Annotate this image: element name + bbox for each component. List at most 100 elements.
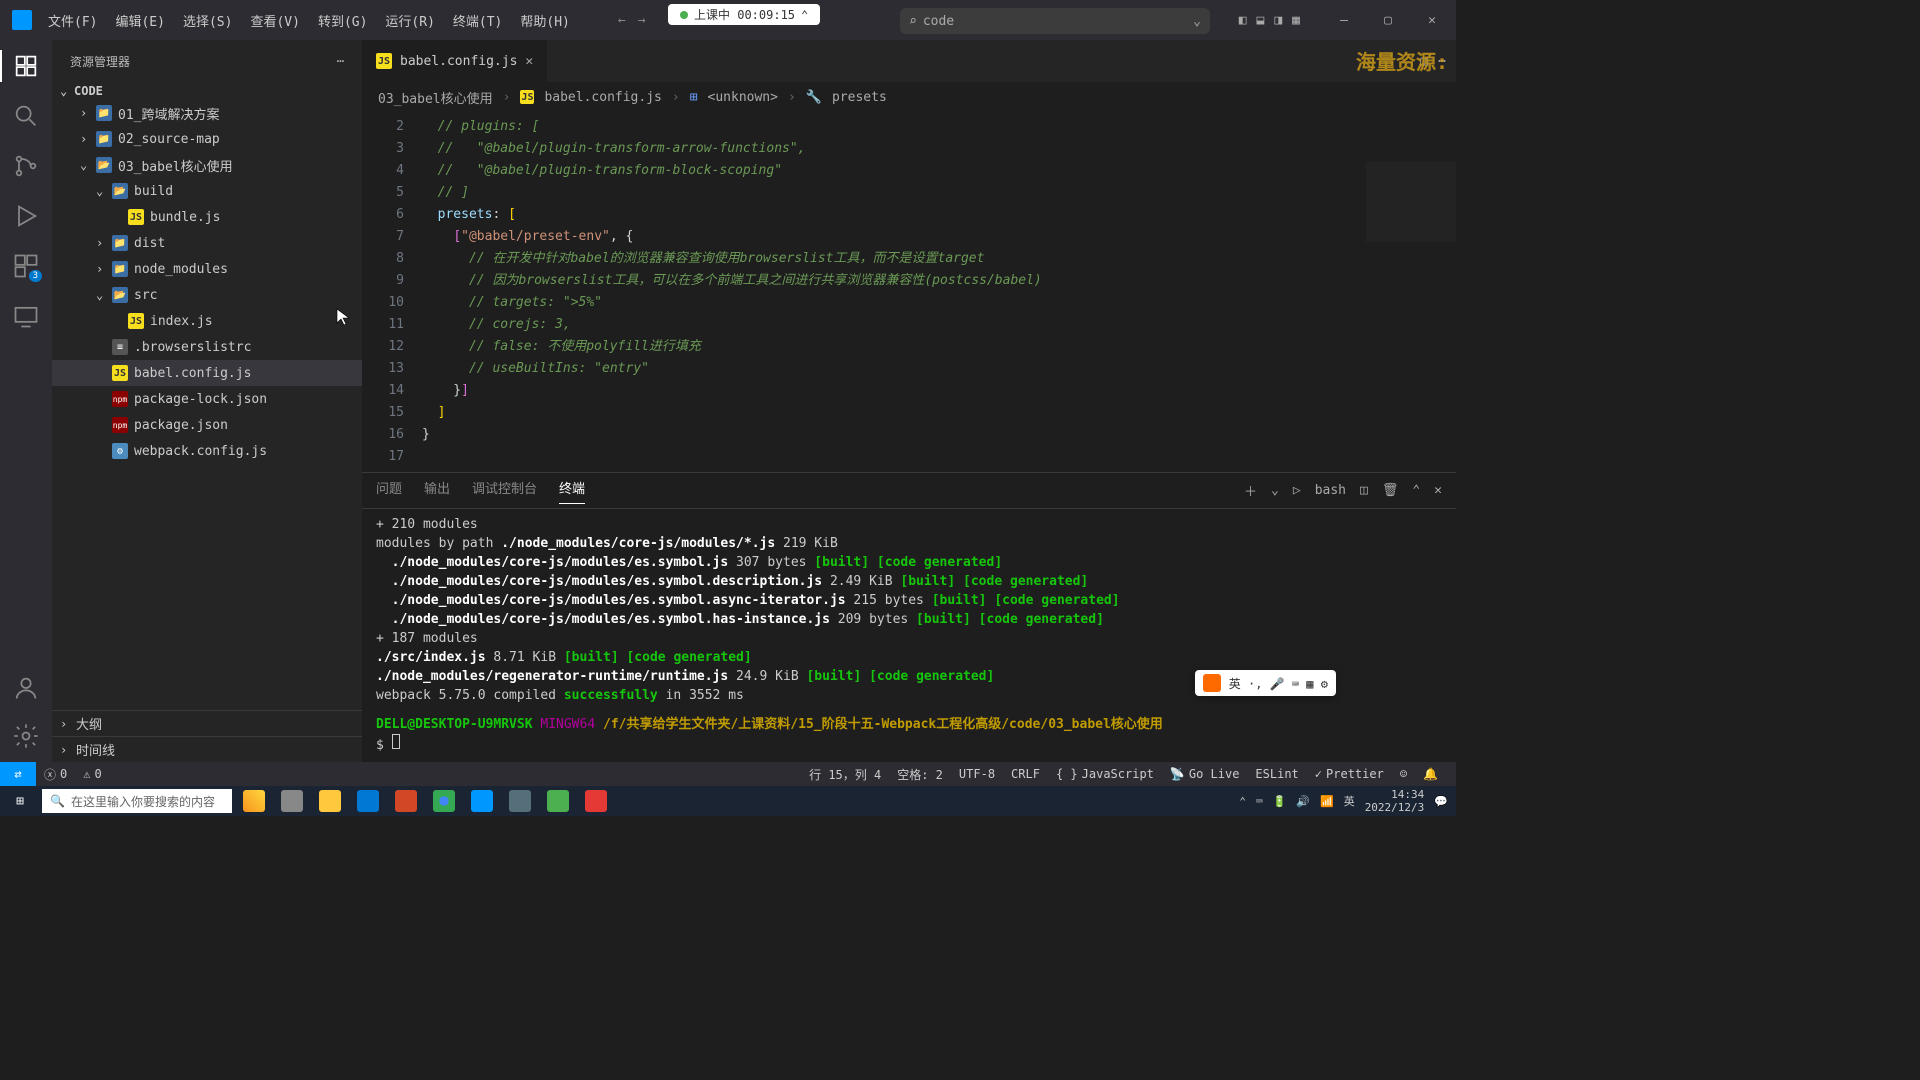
start-button[interactable]: ⊞ [0,786,40,816]
tray-ime-icon[interactable]: ⌨ [1256,795,1263,808]
tree-item-01_跨域解决方案[interactable]: ›📁01_跨域解决方案 [52,100,362,126]
new-terminal-icon[interactable]: ＋ [1244,481,1257,500]
code-editor[interactable]: 234567891011121314151617 // plugins: [ /… [362,112,1456,472]
powerpoint-icon[interactable] [388,786,424,816]
debug-icon[interactable] [12,202,40,230]
task-app-1[interactable] [236,786,272,816]
split-terminal-icon[interactable]: ▷ [1293,483,1301,498]
close-panel-icon[interactable]: ✕ [1434,483,1442,498]
ime-toolbar[interactable]: 英 ·, 🎤 ⌨ ▦ ⚙ [1195,670,1336,696]
timeline-section[interactable]: ›时间线 [52,736,362,762]
tree-item-dist[interactable]: ›📁dist [52,230,362,256]
tree-item-bundle.js[interactable]: JSbundle.js [52,204,362,230]
cursor-position[interactable]: 行 15，列 4 [801,766,889,783]
command-center-search[interactable]: ⌕ code ⌄ [900,8,1210,34]
tray-volume-icon[interactable]: 🔊 [1296,795,1310,808]
recording-badge[interactable]: 上课中 00:09:15 ⌃ [668,4,820,25]
chevron-down-icon[interactable]: ⌄ [1193,14,1201,29]
nav-back-icon[interactable]: ← [618,13,626,28]
maximize-button[interactable]: ▢ [1368,13,1408,28]
maximize-panel-icon[interactable]: ⌃ [1412,483,1420,498]
tree-item-package-lock.json[interactable]: npmpackage-lock.json [52,386,362,412]
layout-bottom-icon[interactable]: ⬓ [1257,13,1265,28]
remote-icon[interactable] [12,302,40,330]
trash-icon[interactable]: 🗑 [1382,483,1399,498]
remote-indicator[interactable]: ⇄ [0,762,36,786]
tree-item-webpack.config.js[interactable]: ⚙webpack.config.js [52,438,362,464]
outline-section[interactable]: ›大纲 [52,710,362,736]
encoding[interactable]: UTF-8 [951,766,1003,783]
panel-layout-icon[interactable]: ◫ [1360,483,1368,498]
layout-custom-icon[interactable]: ▦ [1292,13,1300,28]
nav-fwd-icon[interactable]: → [638,13,646,28]
tree-item-src[interactable]: ⌄📂src [52,282,362,308]
terminal-output[interactable]: + 210 modules modules by path ./node_mod… [362,509,1456,762]
layout-right-icon[interactable]: ◨ [1274,13,1282,28]
language-mode[interactable]: { } JavaScript [1048,766,1162,783]
more-icon[interactable]: ⋯ [337,54,344,68]
feedback-icon[interactable]: ☺ [1392,766,1415,783]
menu-编辑(E)[interactable]: 编辑(E) [107,7,172,34]
account-icon[interactable] [12,674,40,702]
tree-item-build[interactable]: ⌄📂build [52,178,362,204]
prettier-status[interactable]: ✓ Prettier [1307,766,1392,783]
task-view-icon[interactable] [274,786,310,816]
file-explorer-icon[interactable] [312,786,348,816]
explorer-icon[interactable] [12,52,40,80]
chevron-up-icon[interactable]: ⌃ [801,8,808,22]
menu-选择(S)[interactable]: 选择(S) [175,7,240,34]
warnings-count[interactable]: ⚠ 0 [75,767,109,781]
menu-文件(F)[interactable]: 文件(F) [40,7,105,34]
tree-item-02_source-map[interactable]: ›📁02_source-map [52,126,362,152]
tray-notification-icon[interactable]: 💬 [1434,795,1448,808]
tab-close-icon[interactable]: ✕ [525,54,533,69]
indent-setting[interactable]: 空格: 2 [889,766,951,783]
eol[interactable]: CRLF [1003,766,1048,783]
notifications-icon[interactable]: 🔔 [1415,766,1446,783]
close-button[interactable]: ✕ [1412,13,1452,28]
tray-wifi-icon[interactable]: 📶 [1320,795,1334,808]
tree-item-babel.config.js[interactable]: JSbabel.config.js [52,360,362,386]
task-app-3[interactable] [540,786,576,816]
edge-icon[interactable] [350,786,386,816]
eslint-status[interactable]: ESLint [1247,766,1306,783]
tray-lang-icon[interactable]: 英 [1344,793,1355,809]
menu-查看(V)[interactable]: 查看(V) [242,7,307,34]
tree-item-package.json[interactable]: npmpackage.json [52,412,362,438]
workspace-root[interactable]: ⌄ CODE [52,82,362,100]
scm-icon[interactable] [12,152,40,180]
more-actions-icon[interactable]: ⋯ [1438,54,1446,69]
panel-tab-终端[interactable]: 终端 [559,478,585,504]
task-app-4[interactable] [578,786,614,816]
extensions-icon[interactable]: 3 [12,252,40,280]
errors-count[interactable]: ⓧ 0 [36,766,75,783]
tree-item-.browserslistrc[interactable]: ≡.browserslistrc [52,334,362,360]
minimap[interactable] [1366,162,1456,242]
layout-left-icon[interactable]: ◧ [1239,13,1247,28]
menu-运行(R)[interactable]: 运行(R) [377,7,442,34]
tree-item-node_modules[interactable]: ›📁node_modules [52,256,362,282]
windows-search[interactable]: 🔍 在这里输入你要搜索的内容 [42,789,232,813]
search-activity-icon[interactable] [12,102,40,130]
panel-tab-调试控制台[interactable]: 调试控制台 [472,478,537,503]
terminal-dropdown-icon[interactable]: ⌄ [1271,483,1279,498]
breadcrumb[interactable]: 03_babel核心使用› JS babel.config.js› ⊞<unkn… [362,82,1456,112]
vscode-taskbar-icon[interactable] [464,786,500,816]
menu-终端(T)[interactable]: 终端(T) [445,7,510,34]
tree-item-03_babel核心使用[interactable]: ⌄📂03_babel核心使用 [52,152,362,178]
tree-item-index.js[interactable]: JSindex.js [52,308,362,334]
task-app-2[interactable] [502,786,538,816]
settings-gear-icon[interactable] [12,722,40,750]
split-editor-icon[interactable]: ◫ [1420,54,1428,69]
panel-tab-问题[interactable]: 问题 [376,478,402,503]
menu-转到(G)[interactable]: 转到(G) [310,7,375,34]
tray-battery-icon[interactable]: 🔋 [1273,795,1287,808]
tray-chevron-icon[interactable]: ⌃ [1239,795,1246,808]
chrome-icon[interactable] [426,786,462,816]
panel-tab-输出[interactable]: 输出 [424,478,450,503]
tab-babel-config[interactable]: JS babel.config.js ✕ [362,40,548,82]
tray-clock[interactable]: 14:342022/12/3 [1365,788,1425,814]
minimize-button[interactable]: — [1324,13,1364,28]
go-live[interactable]: 📡 Go Live [1162,766,1248,783]
menu-帮助(H)[interactable]: 帮助(H) [512,7,577,34]
